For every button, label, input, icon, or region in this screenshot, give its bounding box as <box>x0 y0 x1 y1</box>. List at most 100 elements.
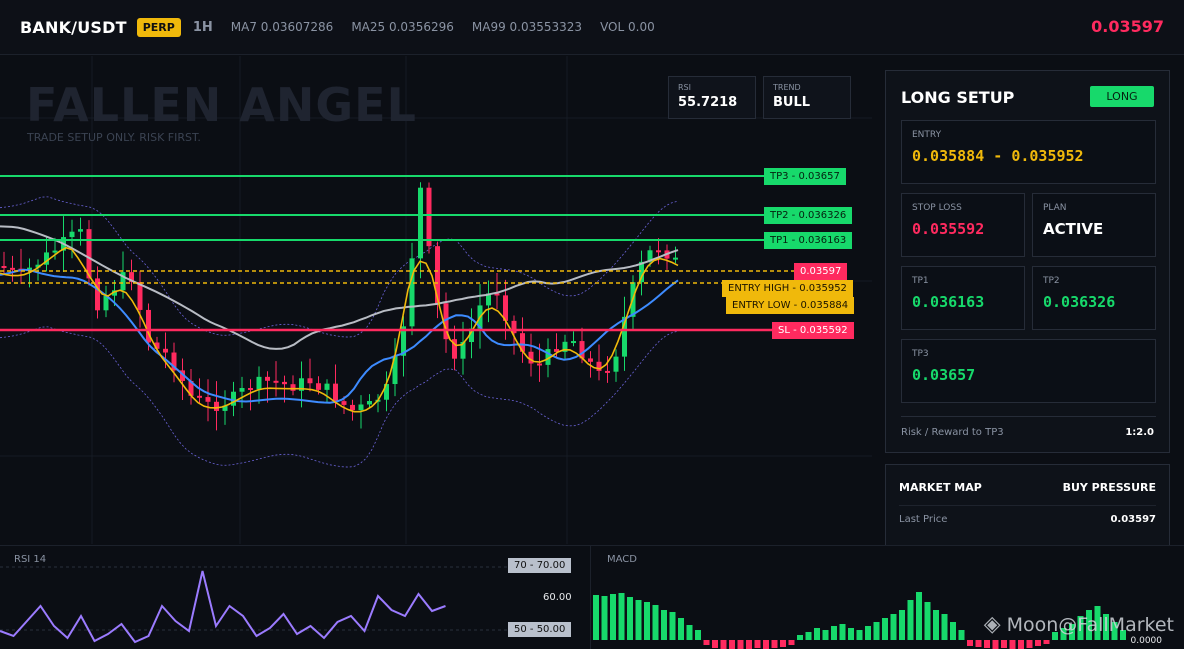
macd-bar-positive <box>669 612 676 640</box>
market-map-panel: MARKET MAP BUY PRESSURE Last Price 0.035… <box>885 464 1170 549</box>
candle-body <box>282 381 287 385</box>
candle-body <box>605 370 610 373</box>
candle-body <box>656 250 661 253</box>
macd-bar-positive <box>814 628 820 640</box>
macd-bar-positive <box>610 594 616 640</box>
ma25-readout: MA25 0.0356296 <box>351 20 454 34</box>
binance-logo-icon: ◈ <box>983 612 1001 637</box>
macd-zero-level: 0.0000 <box>1130 636 1163 646</box>
stop-loss-label: STOP LOSS <box>912 203 962 213</box>
tp2-tag: TP2 - 0.036326 <box>764 207 853 224</box>
macd-bar-positive <box>618 593 625 640</box>
last-price-tag: 0.03597 <box>794 263 848 280</box>
macd-bar-positive <box>805 632 812 640</box>
tp1-value: 0.036163 <box>912 293 985 311</box>
price-chart[interactable]: FALLEN ANGEL TRADE SETUP ONLY. RISK FIRS… <box>0 56 872 544</box>
tp2-label: TP2 <box>1043 276 1060 286</box>
macd-bar-positive <box>601 596 608 640</box>
candle-body <box>409 258 415 327</box>
macd-panel[interactable]: MACD 0.0000 ◈ Moon@FallMarket <box>590 545 1184 649</box>
plan-label: PLAN <box>1043 203 1067 213</box>
macd-bar-negative <box>1043 640 1050 644</box>
tp2-cell: TP2 0.036326 <box>1032 266 1156 330</box>
candle-body <box>571 341 576 344</box>
bollinger-upper-band <box>0 196 679 338</box>
pair-symbol[interactable]: BANK/USDT <box>20 18 127 37</box>
candle-body <box>307 378 313 384</box>
macd-bar-positive <box>644 602 650 640</box>
rsi-stat-value: 55.7218 <box>678 95 738 110</box>
macd-bar-positive <box>831 626 837 640</box>
candle-body <box>1 266 7 268</box>
macd-bar-negative <box>720 640 727 649</box>
macd-bar-negative <box>984 640 990 648</box>
candle-body <box>69 231 75 238</box>
long-button[interactable]: LONG <box>1090 86 1154 107</box>
macd-bar-positive <box>652 605 659 640</box>
macd-bar-positive <box>950 622 956 640</box>
candle-body <box>214 401 219 411</box>
buy-pressure-label: BUY PRESSURE <box>1062 481 1156 494</box>
top-bar: BANK/USDT PERP 1H MA7 0.03607286 MA25 0.… <box>0 0 1184 55</box>
rsi-70-tag: 70 - 70.00 <box>508 558 572 573</box>
plan-cell: PLAN ACTIVE <box>1032 193 1156 257</box>
macd-bar-positive <box>678 618 684 640</box>
candle-body <box>52 250 58 253</box>
candlesticks <box>1 182 678 431</box>
candle-body <box>239 388 245 392</box>
entry-cell: ENTRY 0.035884 - 0.035952 <box>901 120 1156 184</box>
macd-bar-positive <box>848 628 854 640</box>
macd-bar-positive <box>856 630 863 640</box>
macd-bar-positive <box>899 610 905 640</box>
stop-loss-cell: STOP LOSS 0.035592 <box>901 193 1025 257</box>
macd-bar-positive <box>695 630 701 640</box>
ma99-readout: MA99 0.03553323 <box>471 20 583 34</box>
candle-body <box>613 356 619 372</box>
timeframe-selector[interactable]: 1H <box>193 20 213 35</box>
macd-bar-positive <box>797 635 803 640</box>
macd-bar-negative <box>771 640 778 648</box>
macd-bar-negative <box>975 640 982 647</box>
macd-bar-positive <box>661 610 667 640</box>
perp-badge: PERP <box>136 17 181 37</box>
macd-bar-negative <box>763 640 769 649</box>
trend-stat-value: BULL <box>773 95 811 110</box>
tp1-label: TP1 <box>912 276 929 286</box>
macd-bar-positive <box>907 600 914 640</box>
macd-bar-negative <box>746 640 752 649</box>
trend-stat-box: TREND BULL <box>763 76 851 119</box>
candle-body <box>367 401 372 405</box>
rsi-line <box>0 570 446 644</box>
candle-body <box>290 384 296 391</box>
macd-bar-positive <box>865 626 871 640</box>
tp1-tag: TP1 - 0.036163 <box>764 232 853 249</box>
macd-bar-negative <box>703 640 710 645</box>
trend-stat-label: TREND <box>773 83 801 92</box>
watermark-subtitle: TRADE SETUP ONLY. RISK FIRST. <box>27 131 201 144</box>
candle-body <box>350 404 355 411</box>
macd-bar-positive <box>686 625 693 640</box>
macd-bar-positive <box>839 624 846 640</box>
macd-bar-negative <box>967 640 973 646</box>
tp2-value: 0.036326 <box>1043 293 1116 311</box>
candle-body <box>10 267 15 270</box>
watermark-title: FALLEN ANGEL <box>26 78 417 132</box>
market-map-title: MARKET MAP <box>899 481 982 494</box>
candle-body <box>528 351 534 364</box>
ma7-readout: MA7 0.03607286 <box>230 20 334 34</box>
macd-bar-negative <box>1009 640 1016 649</box>
tp3-tag: TP3 - 0.03657 <box>764 168 846 185</box>
macd-bar-negative <box>754 640 761 648</box>
setup-title: LONG SETUP <box>901 88 1015 107</box>
rsi-panel[interactable]: RSI 14 70 - 70.00 60.00 50 - 50.00 <box>0 545 590 649</box>
macd-bar-positive <box>873 622 880 640</box>
macd-bar-positive <box>958 630 965 640</box>
candle-body <box>163 348 168 353</box>
long-setup-panel: LONG SETUP LONG ENTRY 0.035884 - 0.03595… <box>885 70 1170 453</box>
market-map-divider <box>899 505 1156 506</box>
market-last-price-label: Last Price <box>899 514 948 525</box>
macd-bar-positive <box>593 595 599 640</box>
candle-body <box>435 246 440 304</box>
candle-body <box>265 376 270 381</box>
candle-body <box>596 361 602 371</box>
